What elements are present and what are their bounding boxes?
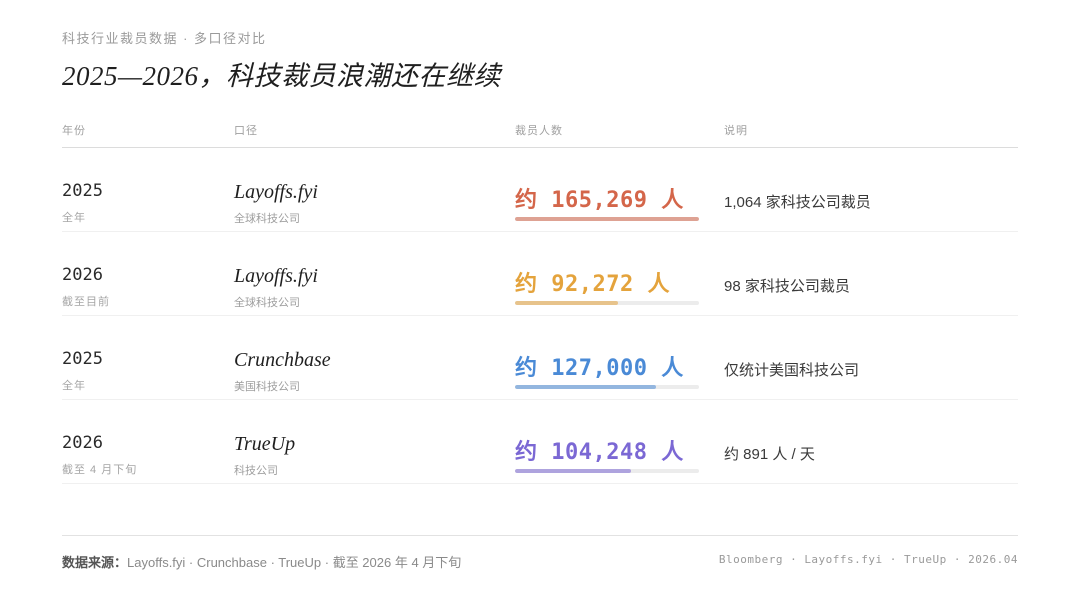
row-count: 约 92,272 人 (515, 272, 670, 297)
row-note: 98 家科技公司裁员 (724, 278, 850, 295)
row-scope: 科技公司 (234, 465, 278, 477)
page-title: 2025—2026，科技裁员浪潮还在继续 (62, 61, 502, 91)
row-source: TrueUp (234, 433, 296, 455)
table-header: 年份 口径 裁员人数 说明 (62, 116, 1018, 148)
count-bar-track (515, 469, 699, 473)
col-header-source: 口径 (234, 125, 258, 137)
row-scope: 全球科技公司 (234, 213, 300, 225)
row-count: 约 104,248 人 (515, 440, 684, 465)
row-period: 全年 (62, 380, 86, 392)
row-count: 约 127,000 人 (515, 356, 684, 381)
table-row: 2025 全年 Crunchbase 美国科技公司 约 127,000 人 仅统… (62, 316, 1018, 400)
kicker: 科技行业裁员数据 · 多口径对比 (62, 31, 267, 46)
row-note: 仅统计美国科技公司 (724, 362, 860, 379)
col-header-note: 说明 (724, 125, 748, 137)
row-note: 1,064 家科技公司裁员 (724, 194, 871, 211)
footer-source-label: 数据来源： (62, 555, 128, 570)
row-period: 全年 (62, 212, 86, 224)
row-period: 截至目前 (62, 296, 110, 308)
col-header-year: 年份 (62, 125, 86, 137)
row-note: 约 891 人 / 天 (724, 446, 815, 463)
table-row: 2026 截至 4 月下旬 TrueUp 科技公司 约 104,248 人 约 … (62, 400, 1018, 484)
count-bar-fill (515, 217, 699, 221)
footer-source-text: Layoffs.fyi · Crunchbase · TrueUp · 截至 2… (127, 555, 462, 570)
count-bar-track (515, 385, 699, 389)
row-count: 约 165,269 人 (515, 188, 684, 213)
count-bar-fill (515, 385, 657, 389)
count-bar-track (515, 217, 699, 221)
row-source: Layoffs.fyi (234, 181, 318, 203)
col-header-count: 裁员人数 (515, 125, 563, 137)
row-year: 2026 (62, 433, 103, 453)
row-scope: 全球科技公司 (234, 297, 300, 309)
layoffs-table: 年份 口径 裁员人数 说明 2025 全年 Layoffs.fyi 全球科技公司… (62, 116, 1018, 484)
row-period: 截至 4 月下旬 (62, 464, 138, 476)
footer-source: 数据来源：Layoffs.fyi · Crunchbase · TrueUp ·… (62, 552, 461, 571)
row-year: 2026 (62, 265, 103, 285)
footer-credits: Bloomberg · Layoffs.fyi · TrueUp · 2026.… (718, 553, 1018, 566)
row-scope: 美国科技公司 (234, 381, 300, 393)
footer-divider (62, 535, 1018, 536)
row-source: Layoffs.fyi (234, 265, 318, 287)
count-bar-track (515, 301, 699, 305)
row-year: 2025 (62, 181, 103, 201)
count-bar-fill (515, 301, 618, 305)
row-source: Crunchbase (234, 349, 331, 371)
table-row: 2026 截至目前 Layoffs.fyi 全球科技公司 约 92,272 人 … (62, 232, 1018, 316)
count-bar-fill (515, 469, 632, 473)
table-row: 2025 全年 Layoffs.fyi 全球科技公司 约 165,269 人 1… (62, 148, 1018, 232)
row-year: 2025 (62, 349, 103, 369)
